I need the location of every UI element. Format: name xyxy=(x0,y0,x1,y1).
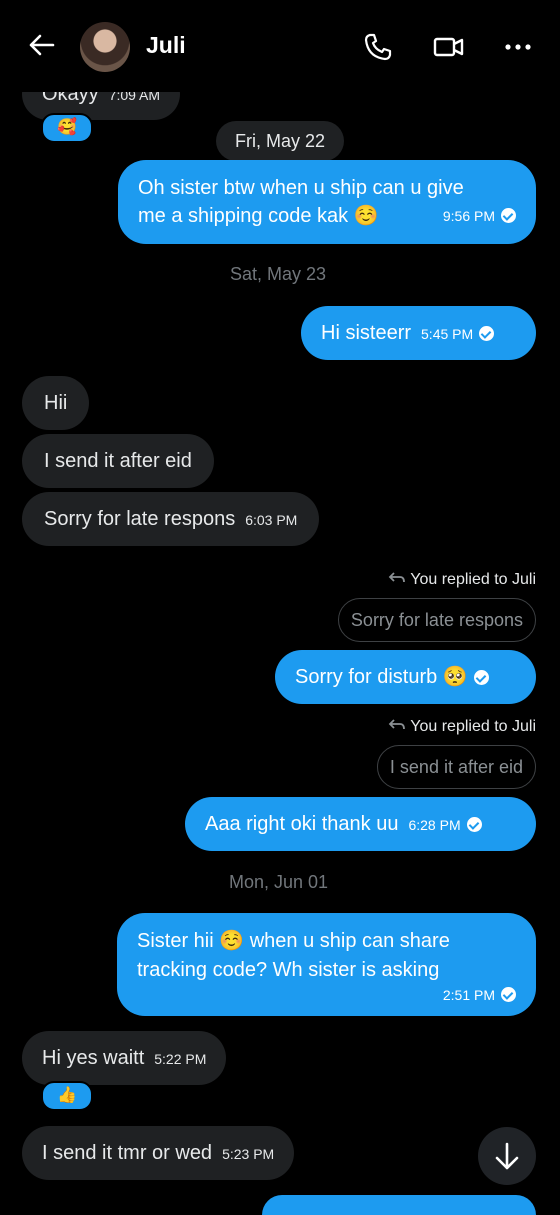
message-time: 6:28 PM xyxy=(408,817,461,833)
read-check-icon xyxy=(501,208,516,223)
date-separator: Sat, May 23 xyxy=(230,264,327,284)
message-incoming[interactable]: Hii xyxy=(22,376,90,430)
message-incoming[interactable]: I send it after eid xyxy=(22,434,214,488)
message-time: 9:56 PM xyxy=(442,208,495,224)
conversation-header: Juli xyxy=(0,0,560,92)
back-arrow-icon[interactable] xyxy=(26,30,56,60)
quoted-message[interactable]: Sorry for late respons xyxy=(337,598,536,642)
message-text-line: Sister hii ☺️ when u ship can share xyxy=(137,930,450,952)
reaction-badge[interactable]: 🥰 xyxy=(41,113,93,143)
date-separator: Mon, Jun 01 xyxy=(229,872,329,892)
message-text: Sorry for disturb 🥺 xyxy=(295,666,468,688)
message-incoming[interactable]: Sorry for late respons 6:03 PM xyxy=(22,492,320,546)
message-text: Hii xyxy=(44,392,68,414)
read-check-icon xyxy=(479,326,495,341)
message-text: Aaa right oki thank uu xyxy=(205,813,399,835)
message-incoming[interactable]: Hi yes waitt 5:22 PM xyxy=(22,1031,227,1085)
reply-indicator: You replied to Juli xyxy=(388,718,536,736)
quoted-message[interactable]: I send it after eid xyxy=(376,745,536,789)
message-text: Sorry for late respons xyxy=(44,508,236,530)
message-outgoing[interactable]: Oh sister btw when u ship can u give me … xyxy=(118,160,536,244)
video-icon[interactable] xyxy=(432,31,464,63)
reply-indicator: You replied to Juli xyxy=(388,571,536,589)
arrow-down-icon xyxy=(495,1142,519,1170)
read-check-icon xyxy=(466,817,482,832)
message-text-line: Oh sister btw when u ship can u give xyxy=(138,177,464,199)
message-text: I send it tmr or wed xyxy=(42,1142,213,1164)
contact-name[interactable]: Juli xyxy=(146,32,186,59)
message-time: 2:51 PM xyxy=(442,987,495,1003)
message-time: 6:03 PM xyxy=(245,512,298,528)
message-text: I send it after eid xyxy=(44,450,192,472)
scroll-to-bottom-button[interactable] xyxy=(478,1127,536,1185)
message-time: 5:45 PM xyxy=(421,326,474,342)
message-text-line: me a shipping code kak ☺️ xyxy=(138,205,379,227)
message-outgoing[interactable]: Sorry for disturb 🥺 xyxy=(275,650,536,704)
reply-label: You replied to Juli xyxy=(410,718,536,735)
read-check-icon xyxy=(501,987,516,1002)
read-check-icon xyxy=(473,670,489,685)
message-incoming[interactable]: I send it tmr or wed 5:23 PM xyxy=(22,1126,295,1180)
date-separator: Fri, May 22 xyxy=(216,121,344,161)
message-text-line: tracking code? Wh sister is asking xyxy=(137,959,440,981)
message-time: 5:22 PM xyxy=(154,1051,207,1067)
message-text: Hi sisteerr xyxy=(321,322,412,344)
more-icon[interactable] xyxy=(502,31,534,63)
message-outgoing[interactable]: Hi sisteerr 5:45 PM xyxy=(301,306,536,360)
phone-icon[interactable] xyxy=(362,31,394,63)
reply-label: You replied to Juli xyxy=(410,571,536,588)
message-outgoing[interactable]: Sister hii ☺️ when u ship can share trac… xyxy=(117,913,536,1016)
reply-arrow-icon xyxy=(389,572,406,583)
reply-arrow-icon xyxy=(389,719,406,730)
avatar[interactable] xyxy=(80,22,130,72)
message-outgoing-partial[interactable] xyxy=(262,1195,536,1215)
reaction-badge[interactable]: 👍 xyxy=(41,1081,93,1111)
message-text: Hi yes waitt xyxy=(42,1047,145,1069)
message-outgoing[interactable]: Aaa right oki thank uu 6:28 PM xyxy=(185,797,536,851)
message-time: 5:23 PM xyxy=(222,1146,275,1162)
